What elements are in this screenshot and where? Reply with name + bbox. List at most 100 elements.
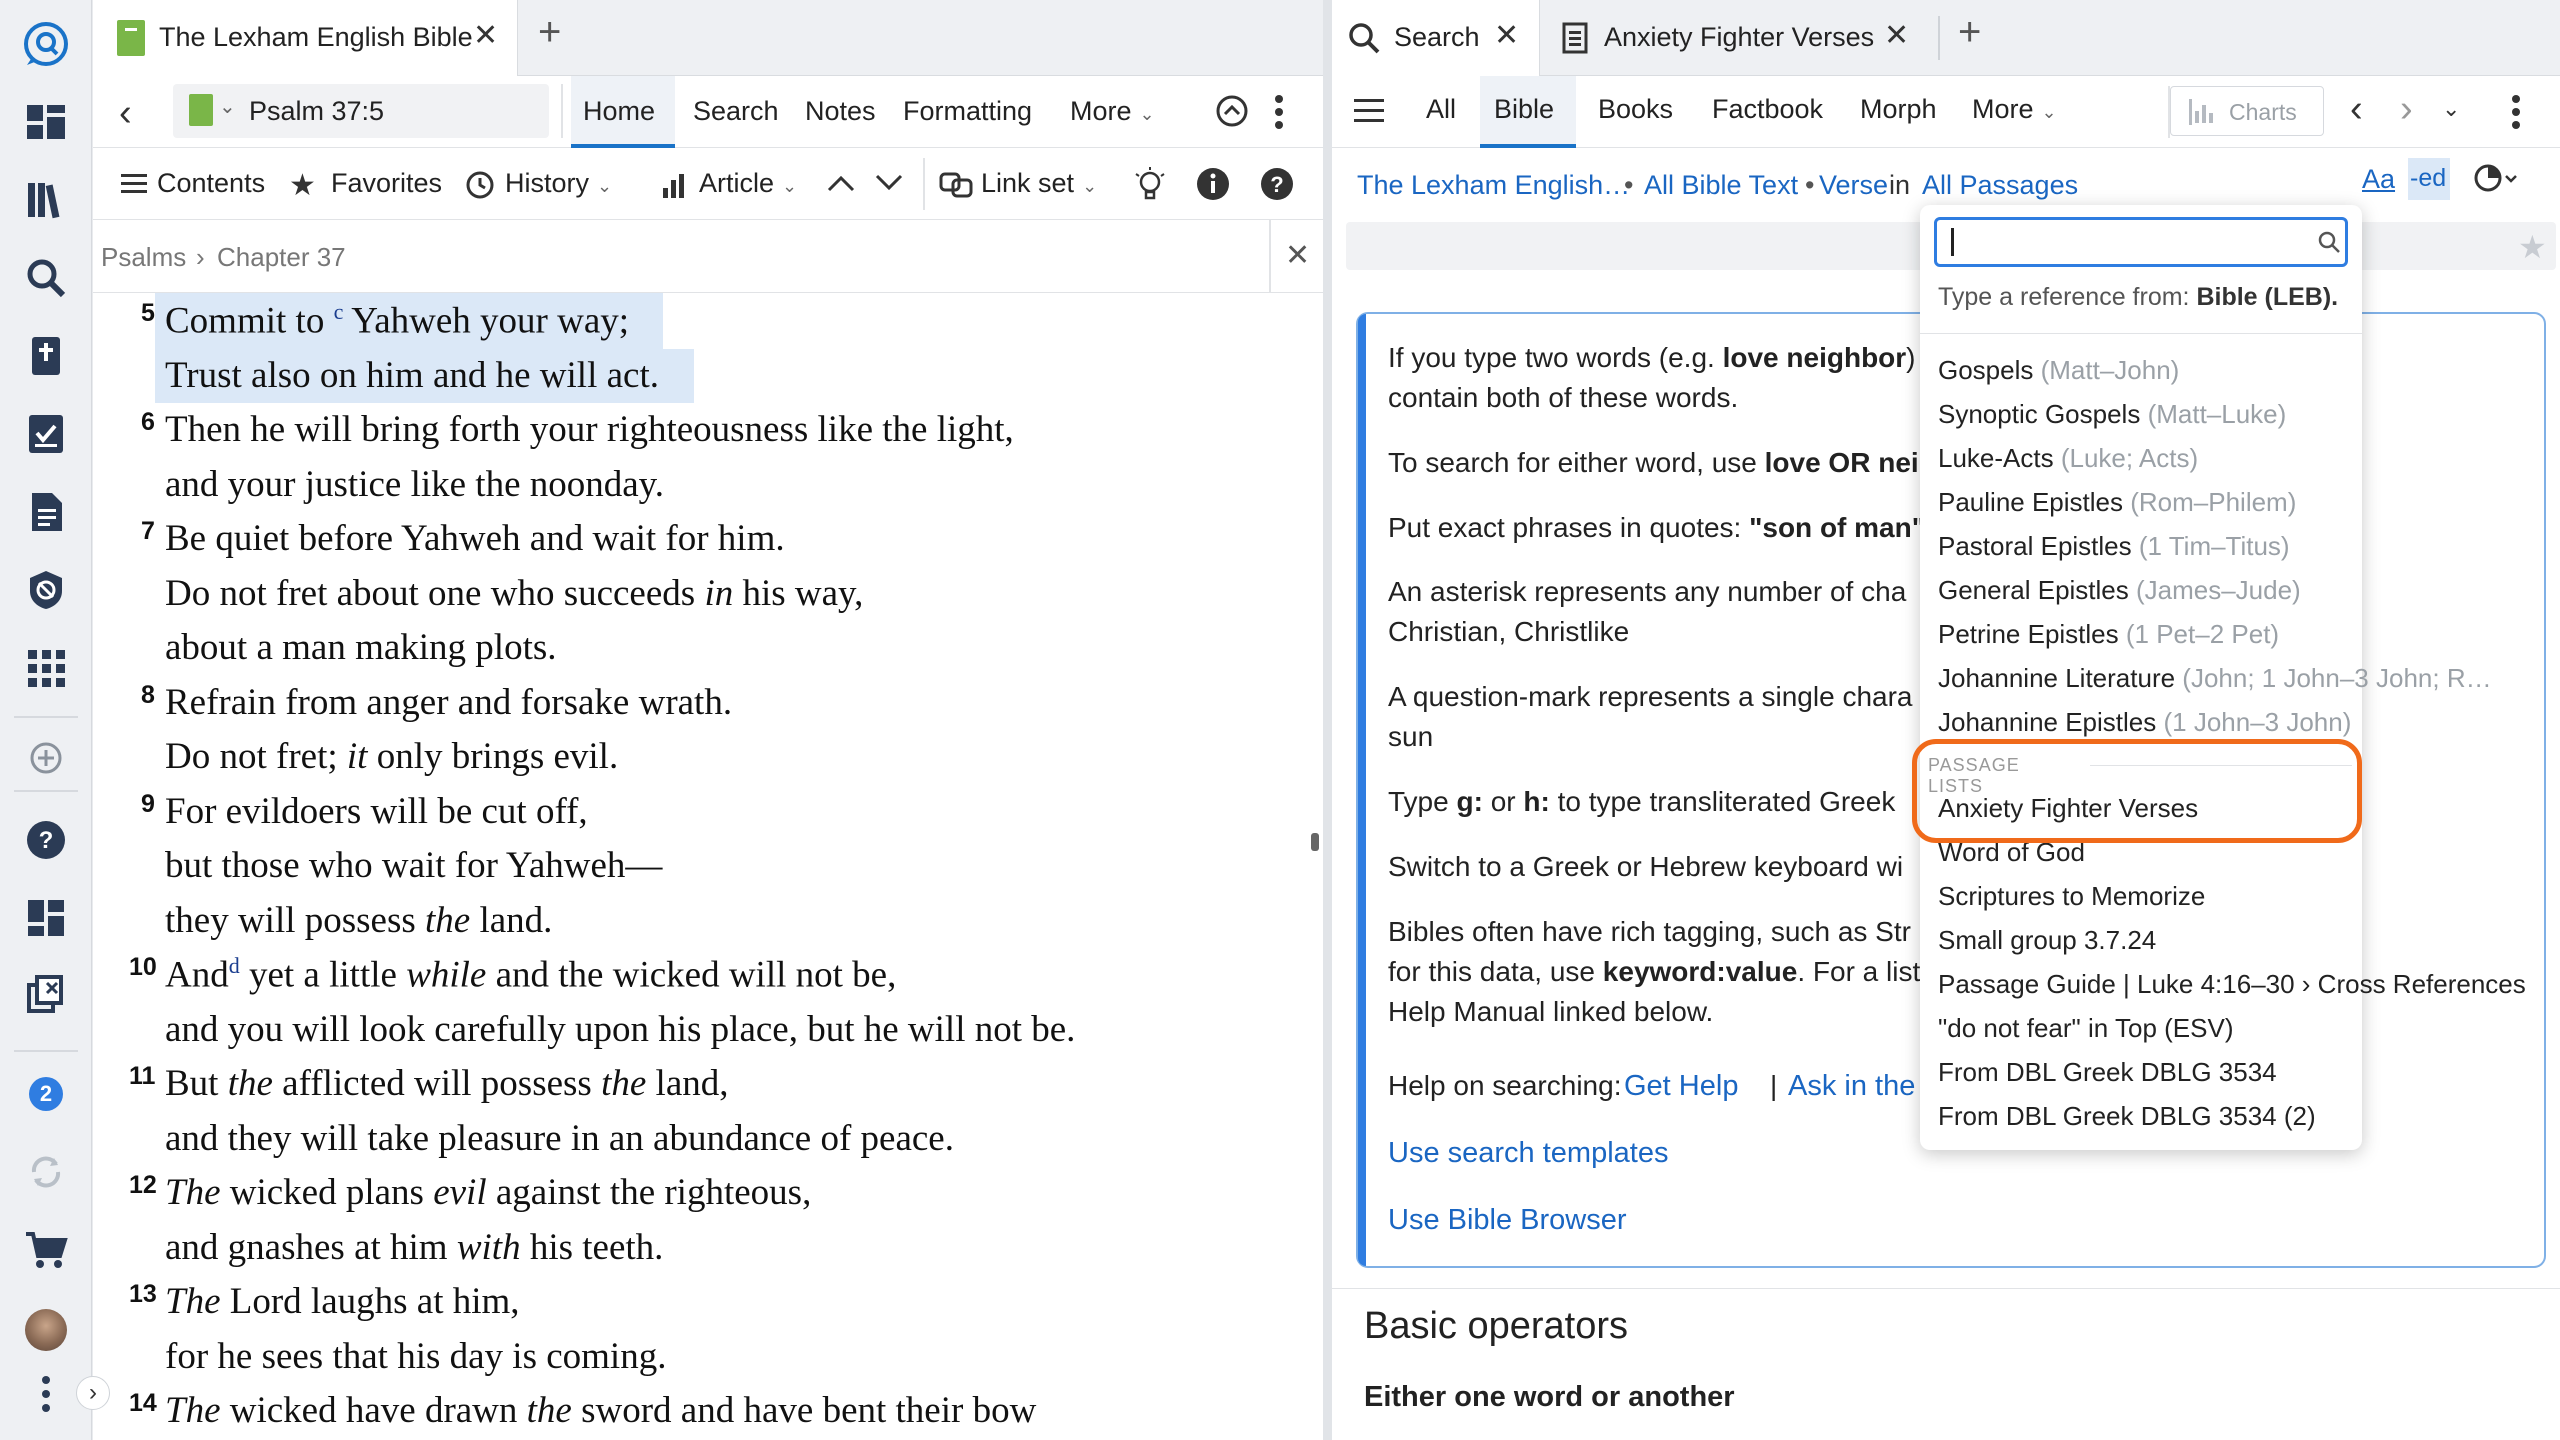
hamburger-menu-icon[interactable]	[1354, 98, 1384, 124]
search-unit-selector[interactable]: Verse	[1819, 170, 1888, 201]
library-icon[interactable]	[22, 176, 70, 224]
search-kind-morph[interactable]: Morph	[1860, 94, 1937, 125]
collapse-up-icon[interactable]	[1215, 94, 1249, 128]
search-kind-books[interactable]: Books	[1598, 94, 1673, 125]
back-icon[interactable]: ‹	[2350, 90, 2363, 128]
verse-number[interactable]: 6	[141, 408, 155, 437]
passage-list-option[interactable]: "do not fear" in Top (ESV)	[1938, 1013, 2233, 1044]
verse-number[interactable]: 11	[129, 1062, 155, 1091]
tab-notes[interactable]: Notes	[805, 96, 876, 127]
document-icon[interactable]	[22, 488, 70, 536]
passage-list-option[interactable]: From DBL Greek DBLG 3534 (2)	[1938, 1101, 2316, 1132]
verse-number[interactable]: 10	[129, 953, 157, 982]
cart-icon[interactable]	[22, 1226, 70, 1274]
verse-number[interactable]: 7	[141, 517, 155, 546]
range-option[interactable]: Luke-Acts (Luke; Acts)	[1938, 443, 2198, 474]
help-icon[interactable]: ?	[1260, 167, 1294, 201]
range-option[interactable]: Johannine Epistles (1 John–3 John)	[1938, 707, 2351, 738]
notification-badge[interactable]: 2	[22, 1070, 70, 1118]
word-forms-toggle[interactable]: -ed	[2408, 158, 2450, 200]
resource-selector[interactable]: The Lexham English…	[1357, 170, 1630, 201]
text-scope-selector[interactable]: All Bible Text	[1644, 170, 1798, 201]
forward-icon[interactable]: ›	[2400, 90, 2413, 128]
tab-home[interactable]: Home	[571, 76, 675, 148]
footnote-marker[interactable]: c	[334, 299, 344, 324]
history-dropdown-icon[interactable]: ⌄	[2442, 96, 2460, 122]
footnote-marker[interactable]: d	[229, 953, 240, 978]
more-vertical-icon[interactable]	[36, 1374, 56, 1414]
range-option[interactable]: Pastoral Epistles (1 Tim–Titus)	[1938, 531, 2290, 562]
passage-list-option[interactable]: Passage Guide | Luke 4:16–30 › Cross Ref…	[1938, 969, 2526, 1000]
next-article-icon[interactable]	[874, 172, 904, 194]
tab-anxiety-fighter-verses[interactable]: Anxiety Fighter Verses ✕ +	[1540, 0, 2260, 76]
sync-icon[interactable]	[22, 1148, 70, 1196]
scroll-handle[interactable]	[1311, 833, 1319, 851]
verse-number[interactable]: 13	[129, 1280, 157, 1309]
previous-article-icon[interactable]	[826, 172, 856, 194]
charts-button[interactable]: Charts	[2170, 86, 2324, 136]
lightbulb-icon[interactable]	[1133, 166, 1167, 204]
match-case-toggle[interactable]: Aa	[2362, 164, 2395, 195]
breadcrumb-chapter[interactable]: Chapter 37	[217, 242, 346, 273]
get-help-link[interactable]: Get Help	[1624, 1070, 1738, 1103]
panel-menu-icon[interactable]	[1273, 94, 1285, 130]
tab-search[interactable]: Search	[693, 96, 779, 127]
tab-formatting[interactable]: Formatting	[903, 96, 1032, 127]
dashboard-icon[interactable]	[22, 98, 70, 146]
tab-lexham-bible[interactable]: The Lexham English Bible ✕	[93, 0, 518, 76]
search-kind-more[interactable]: More ⌄	[1972, 94, 2057, 125]
article-button[interactable]: Article ⌄	[699, 168, 797, 199]
sort-options-icon[interactable]	[2474, 162, 2518, 196]
passage-list-option[interactable]: Small group 3.7.24	[1938, 925, 2156, 956]
panel-menu-icon[interactable]	[2510, 94, 2522, 130]
apps-grid-icon[interactable]	[22, 644, 70, 692]
close-tab-icon[interactable]: ✕	[1884, 18, 1909, 53]
search-kind-bible[interactable]: Bible	[1480, 76, 1576, 148]
passage-list-option[interactable]: From DBL Greek DBLG 3534	[1938, 1057, 2277, 1088]
copy-close-icon[interactable]	[22, 970, 70, 1018]
contents-button[interactable]: Contents	[157, 168, 265, 199]
reference-input[interactable]: Psalm 37:5	[249, 96, 384, 127]
expand-rail-button[interactable]: ›	[76, 1376, 110, 1410]
layout-icon[interactable]	[22, 894, 70, 942]
checklist-icon[interactable]	[22, 410, 70, 458]
add-tab-button[interactable]: +	[1958, 10, 1981, 55]
verse-number[interactable]: 5	[141, 299, 155, 328]
tab-search[interactable]: Search ✕	[1332, 0, 1540, 76]
shield-icon[interactable]	[22, 566, 70, 614]
chevron-down-icon[interactable]: ⌄	[219, 94, 236, 119]
tab-more[interactable]: More ⌄	[1070, 96, 1155, 127]
range-option[interactable]: General Epistles (James–Jude)	[1938, 575, 2301, 606]
reference-box[interactable]: ⌄ Psalm 37:5	[173, 84, 549, 138]
range-option[interactable]: Petrine Epistles (1 Pet–2 Pet)	[1938, 619, 2279, 650]
reference-search-input[interactable]	[1934, 217, 2348, 267]
bible-icon[interactable]	[22, 332, 70, 380]
info-icon[interactable]	[1196, 167, 1230, 201]
search-kind-all[interactable]: All	[1426, 94, 1456, 125]
add-tab-button[interactable]: +	[538, 10, 561, 55]
verse-number[interactable]: 9	[141, 790, 155, 819]
search-icon[interactable]	[22, 254, 70, 302]
verse-number[interactable]: 12	[129, 1171, 157, 1200]
bible-browser-link[interactable]: Use Bible Browser	[1388, 1204, 1627, 1237]
passage-range-selector[interactable]: All Passages	[1922, 170, 2078, 201]
logos-search-icon[interactable]	[22, 20, 70, 68]
close-breadcrumb-icon[interactable]: ✕	[1285, 238, 1310, 273]
range-option[interactable]: Johannine Literature (John; 1 John–3 Joh…	[1938, 663, 2492, 694]
breadcrumb-book[interactable]: Psalms	[101, 242, 186, 273]
star-icon[interactable]: ★	[2518, 228, 2547, 266]
verse-number[interactable]: 14	[129, 1389, 157, 1418]
range-option[interactable]: Gospels (Matt–John)	[1938, 355, 2179, 386]
panel-splitter[interactable]	[1323, 0, 1332, 1440]
avatar[interactable]	[22, 1306, 70, 1354]
range-option[interactable]: Pauline Epistles (Rom–Philem)	[1938, 487, 2296, 518]
back-icon[interactable]: ‹	[119, 92, 132, 135]
help-icon[interactable]: ?	[22, 816, 70, 864]
passage-list-option[interactable]: Scriptures to Memorize	[1938, 881, 2205, 912]
add-circle-icon[interactable]	[22, 734, 70, 782]
search-templates-link[interactable]: Use search templates	[1388, 1137, 1668, 1170]
verse-number[interactable]: 8	[141, 681, 155, 710]
history-button[interactable]: History ⌄	[505, 168, 612, 199]
link-set-button[interactable]: Link set ⌄	[981, 168, 1097, 199]
close-tab-icon[interactable]: ✕	[473, 18, 498, 53]
